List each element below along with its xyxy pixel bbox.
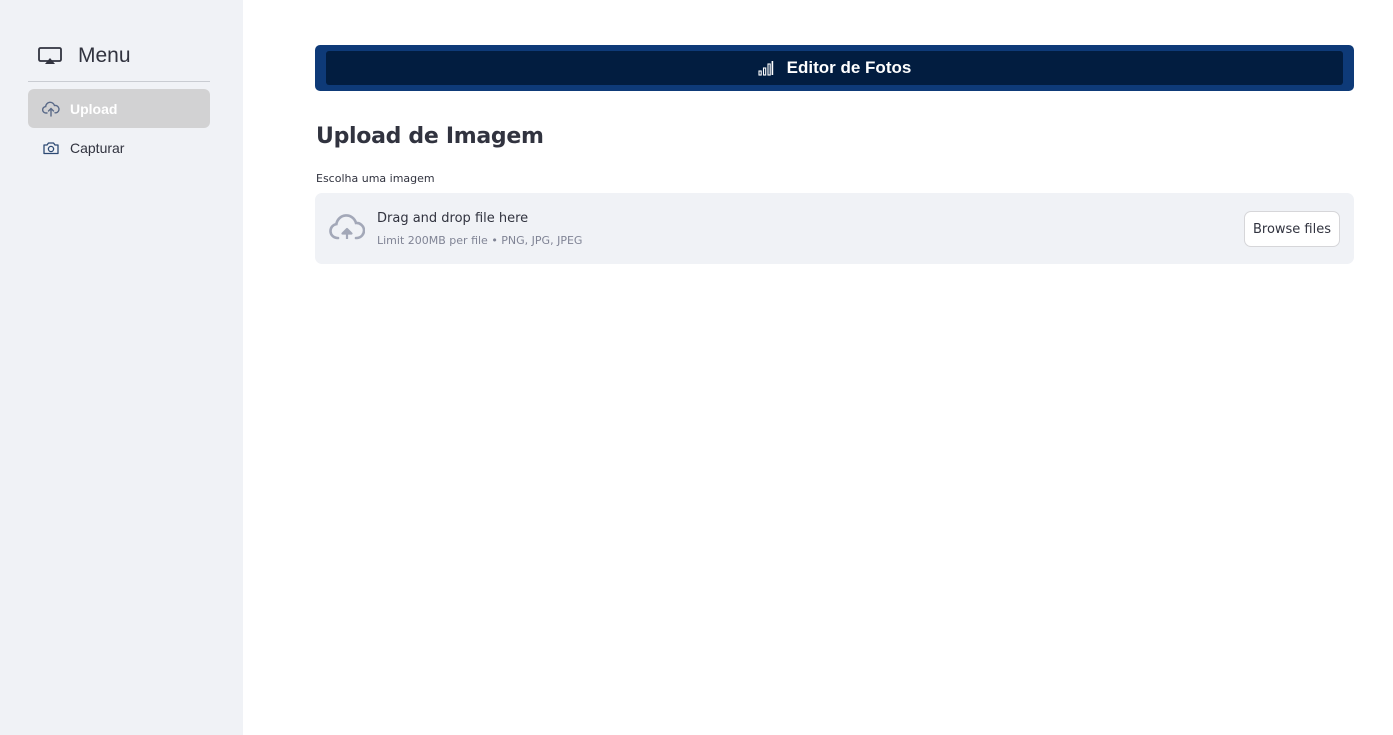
menu-header: Menu [28,40,210,82]
app-banner: Editor de Fotos [315,45,1354,91]
app-title: Editor de Fotos [786,58,912,77]
sidebar-item-label: Upload [70,100,118,117]
cloud-upload-icon [42,100,60,118]
file-dropzone[interactable]: Drag and drop file here Limit 200MB per … [315,193,1354,264]
dropzone-instructions: Drag and drop file here [377,211,529,226]
sidebar-item-upload[interactable]: Upload [28,89,210,128]
sidebar-item-capturar[interactable]: Capturar [28,128,210,167]
sidebar-item-label: Capturar [70,139,125,156]
banner-inner: Editor de Fotos [326,51,1343,85]
camera-icon [42,139,60,157]
browse-files-button[interactable]: Browse files [1244,211,1340,247]
menu-title: Menu [78,43,131,67]
cloud-upload-icon [329,214,365,240]
sidebar: Menu Upload Capturar [0,0,243,735]
page-title: Upload de Imagem [316,124,544,149]
bar-chart-icon [758,61,773,76]
uploader-label: Escolha uma imagem [316,172,435,185]
dropzone-limit-text: Limit 200MB per file • PNG, JPG, JPEG [377,234,583,247]
cast-icon [38,46,62,64]
